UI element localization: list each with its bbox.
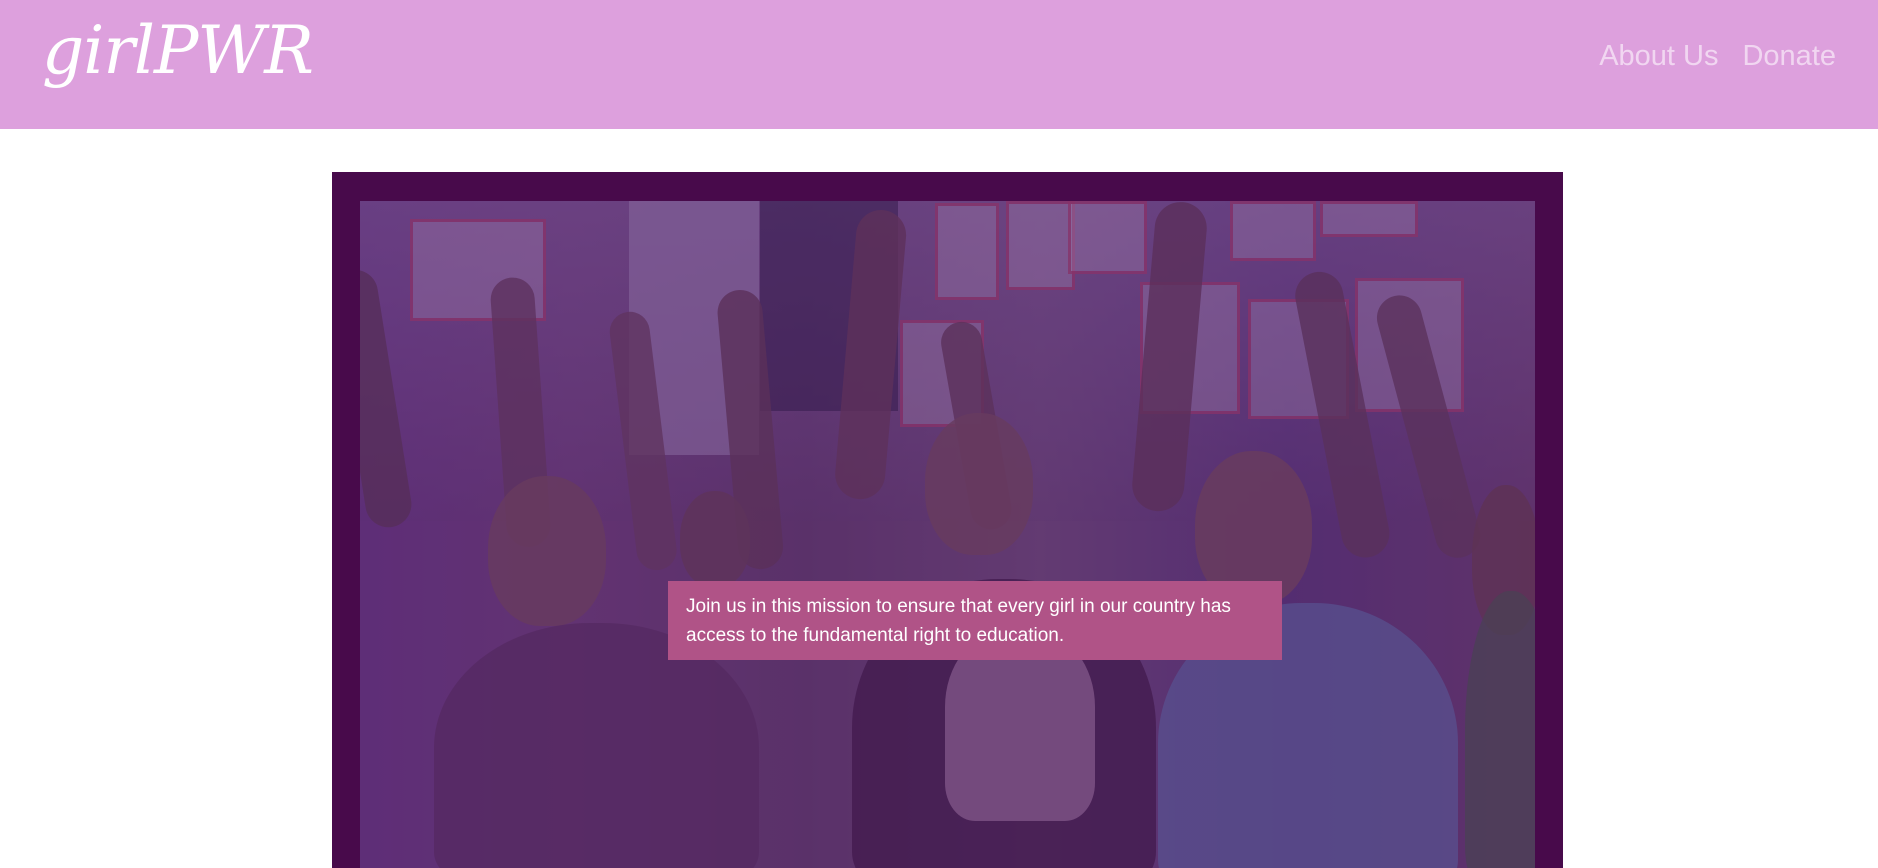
mission-message: Join us in this mission to ensure that e… (668, 581, 1282, 660)
site-header: girlPWR About Us Donate (0, 0, 1878, 129)
nav-link-about-us[interactable]: About Us (1599, 38, 1718, 74)
nav-link-donate[interactable]: Donate (1742, 38, 1836, 74)
hero-photo-girls-raising-hands: Join us in this mission to ensure that e… (360, 201, 1535, 868)
hero-frame: Join us in this mission to ensure that e… (332, 172, 1563, 868)
hero-photo-tint (360, 201, 1535, 868)
brand-logo[interactable]: girlPWR (42, 18, 314, 84)
primary-navigation: About Us Donate (1599, 38, 1836, 74)
